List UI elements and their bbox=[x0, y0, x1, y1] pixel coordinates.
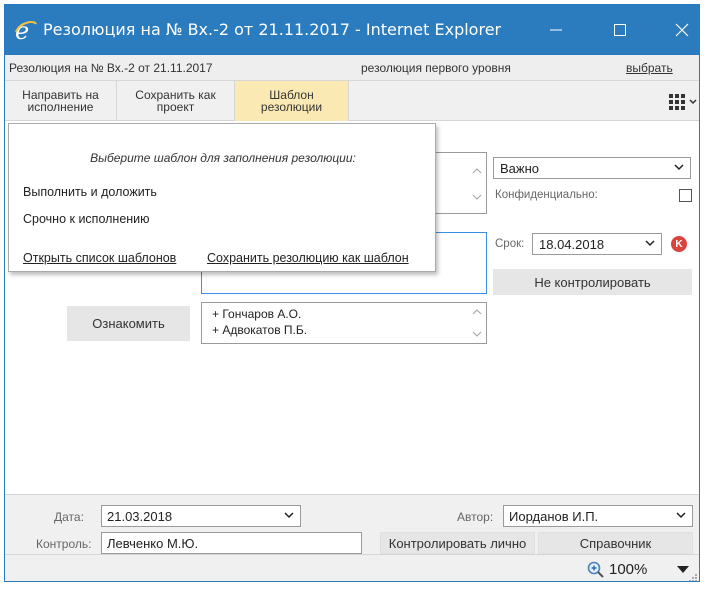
list-item[interactable]: + Гончаров А.О. bbox=[212, 306, 476, 322]
deadline-select[interactable]: 18.04.2018 bbox=[532, 233, 662, 255]
confidential-checkbox[interactable] bbox=[679, 189, 692, 202]
author-select[interactable]: Иорданов И.П. bbox=[503, 505, 693, 527]
scroll-arrows-icon bbox=[472, 168, 482, 200]
date-label: Дата: bbox=[54, 510, 84, 524]
template-hint: Выберите шаблон для заполнения резолюции… bbox=[90, 151, 356, 165]
document-header: Резолюция на № Вх.-2 от 21.11.2017 резол… bbox=[5, 55, 699, 81]
caret-down-icon[interactable] bbox=[677, 566, 689, 574]
internet-explorer-icon: e bbox=[15, 18, 37, 42]
control-input[interactable]: Левченко М.Ю. bbox=[101, 532, 362, 554]
priority-value: Важно bbox=[500, 161, 540, 176]
acquaint-list[interactable]: + Гончаров А.О. + Адвокатов П.Б. bbox=[201, 302, 487, 344]
resolution-template-button[interactable]: Шаблон резолюции bbox=[235, 81, 349, 121]
maximize-button[interactable] bbox=[597, 5, 643, 55]
resize-grip-icon[interactable] bbox=[689, 574, 697, 582]
title-bar: e Резолюция на № Вх.-2 от 21.11.2017 - I… bbox=[5, 5, 699, 55]
template-option[interactable]: Выполнить и доложить bbox=[23, 185, 157, 199]
save-as-project-button[interactable]: Сохранить как проект bbox=[117, 81, 235, 121]
resolution-level: резолюция первого уровня bbox=[361, 61, 511, 75]
deadline-label: Срок: bbox=[495, 238, 525, 250]
minimize-icon bbox=[550, 29, 562, 31]
chevron-down-icon bbox=[676, 512, 686, 519]
chevron-down-icon bbox=[645, 240, 655, 247]
zoom-icon[interactable] bbox=[587, 561, 605, 579]
clear-deadline-icon[interactable]: K bbox=[671, 236, 687, 252]
author-label: Автор: bbox=[457, 510, 494, 524]
zoom-level[interactable]: 100% bbox=[609, 561, 647, 578]
status-bar: 100% bbox=[5, 554, 699, 582]
window-title: Резолюция на № Вх.-2 от 21.11.2017 - Int… bbox=[43, 20, 502, 39]
browser-window: e Резолюция на № Вх.-2 от 21.11.2017 - I… bbox=[4, 4, 700, 582]
reference-button[interactable]: Справочник bbox=[538, 532, 693, 554]
list-item[interactable]: + Адвокатов П.Б. bbox=[212, 322, 476, 338]
control-value: Левченко М.Ю. bbox=[107, 536, 199, 551]
scroll-arrows-icon bbox=[472, 309, 482, 337]
grid-menu-icon bbox=[669, 94, 697, 110]
minimize-button[interactable] bbox=[533, 5, 579, 55]
confidential-label: Конфиденциально: bbox=[495, 189, 598, 201]
priority-select[interactable]: Важно bbox=[493, 157, 691, 179]
no-control-button[interactable]: Не контролировать bbox=[493, 269, 692, 295]
form-footer: Дата: 21.03.2018 Автор: Иорданов И.П. Ко… bbox=[5, 494, 699, 554]
chevron-down-icon bbox=[284, 512, 294, 519]
template-option[interactable]: Срочно к исполнению bbox=[23, 212, 150, 226]
open-template-list-link[interactable]: Открыть список шаблонов bbox=[23, 251, 176, 265]
choose-link[interactable]: выбрать bbox=[626, 61, 673, 75]
date-select[interactable]: 21.03.2018 bbox=[101, 505, 301, 527]
date-value: 21.03.2018 bbox=[107, 509, 173, 524]
close-icon bbox=[675, 23, 689, 37]
save-as-template-link[interactable]: Сохранить резолюцию как шаблон bbox=[207, 251, 409, 265]
template-dropdown: Выберите шаблон для заполнения резолюции… bbox=[8, 123, 436, 272]
close-button[interactable] bbox=[659, 5, 699, 55]
toolbar: Направить на исполнение Сохранить как пр… bbox=[5, 81, 699, 121]
deadline-value: 18.04.2018 bbox=[539, 237, 605, 252]
control-label: Контроль: bbox=[36, 537, 92, 551]
control-personally-button[interactable]: Контролировать лично bbox=[380, 532, 535, 554]
apps-menu-button[interactable] bbox=[667, 92, 697, 112]
chevron-down-icon bbox=[674, 164, 684, 171]
author-value: Иорданов И.П. bbox=[509, 509, 599, 524]
acquaint-button[interactable]: Ознакомить bbox=[67, 306, 190, 341]
send-to-execution-button[interactable]: Направить на исполнение bbox=[5, 81, 117, 121]
maximize-icon bbox=[614, 24, 626, 36]
document-title: Резолюция на № Вх.-2 от 21.11.2017 bbox=[9, 61, 213, 75]
